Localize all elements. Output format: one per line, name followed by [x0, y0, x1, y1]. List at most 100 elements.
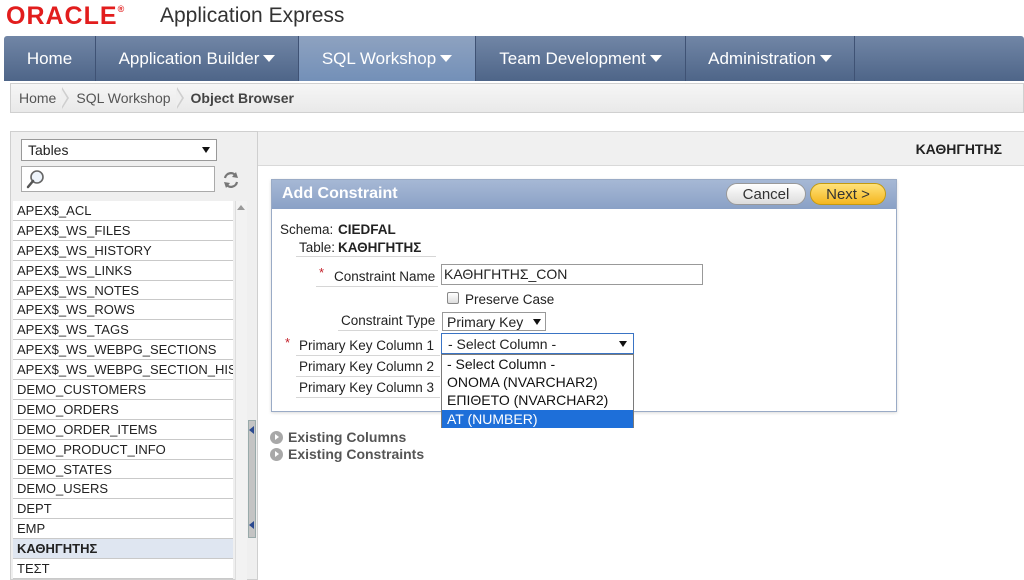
object-list-item[interactable]: DEPT [13, 499, 233, 520]
object-list-item[interactable]: DEMO_CUSTOMERS [13, 380, 233, 400]
pk-column-dropdown: - Select Column - ONOMA (NVARCHAR2) ΕΠΙΘ… [441, 354, 634, 428]
collapse-left-icon[interactable] [249, 521, 254, 529]
refresh-icon[interactable] [221, 170, 241, 190]
object-list-item[interactable]: DEMO_STATES [13, 459, 233, 480]
chevron-down-icon [533, 318, 541, 325]
object-titlebar: ΚΑΘΗΓΗΤΗΣ [258, 131, 1024, 166]
oracle-logo[interactable]: ORACLE® [6, 2, 125, 31]
preserve-case-label[interactable]: Preserve Case [465, 292, 554, 307]
table-value: ΚΑΘΗΓΗΤΗΣ [338, 240, 422, 255]
tab-sql-workshop[interactable]: SQL Workshop [299, 36, 476, 81]
constraint-name-label: Constraint Name [334, 269, 436, 284]
chevron-down-icon [202, 147, 210, 153]
breadcrumb: Home SQL Workshop Object Browser [10, 83, 1024, 113]
object-list-item[interactable]: APEX$_ACL [13, 201, 233, 221]
tab-team-development[interactable]: Team Development [476, 36, 686, 81]
existing-constraints-toggle[interactable]: Existing Constraints [270, 446, 424, 462]
expand-arrow-icon [270, 430, 283, 444]
tab-label: Team Development [499, 48, 646, 68]
object-type-value: Tables [28, 142, 69, 158]
logo-text: ORACLE [6, 2, 118, 30]
divider [296, 397, 440, 398]
constraint-type-label: Constraint Type [341, 313, 436, 328]
dialog-header: Add Constraint Cancel Next > [272, 180, 896, 209]
main-nav: Home Application Builder SQL Workshop Te… [4, 36, 1024, 81]
object-title: ΚΑΘΗΓΗΤΗΣ [915, 141, 1002, 157]
expand-arrow-icon [270, 447, 283, 461]
dropdown-option[interactable]: ONOMA (NVARCHAR2) [442, 373, 633, 391]
existing-columns-label: Existing Columns [288, 429, 407, 445]
object-list-item[interactable]: APEX$_WS_HISTORY [13, 240, 233, 261]
constraint-type-value: Primary Key [447, 313, 524, 330]
object-list-item[interactable]: DEMO_ORDER_ITEMS [13, 419, 233, 440]
divider [316, 286, 438, 287]
breadcrumb-sql-workshop[interactable]: SQL Workshop [76, 90, 170, 106]
object-list-item[interactable]: APEX$_WS_NOTES [13, 280, 233, 301]
table-label: Table: [299, 240, 336, 255]
object-browser-sidebar: Tables APEX$_ACL APEX$_WS_FILES APEX$_WS_H… [10, 131, 258, 580]
divider [296, 355, 440, 356]
pk-column-1-label: Primary Key Column 1 [299, 338, 435, 353]
preserve-case-checkbox[interactable] [447, 292, 459, 304]
collapse-left-icon[interactable] [249, 426, 254, 434]
tab-label: SQL Workshop [321, 48, 437, 68]
constraint-type-select[interactable]: Primary Key [442, 312, 546, 331]
pk-column-1-value: - Select Column - [448, 335, 557, 352]
divider [338, 330, 438, 331]
required-icon: * [285, 335, 291, 350]
existing-columns-toggle[interactable]: Existing Columns [270, 429, 406, 445]
object-list-item[interactable]: APEX$_WS_LINKS [13, 260, 233, 281]
schema-value: CIEDFAL [338, 222, 396, 237]
tab-application-builder[interactable]: Application Builder [96, 36, 299, 81]
existing-constraints-label: Existing Constraints [288, 446, 425, 462]
chevron-down-icon [263, 55, 276, 62]
dropdown-option[interactable]: ΕΠΙΘΕΤΟ (NVARCHAR2) [442, 391, 633, 409]
object-list-item[interactable]: ΚΑΘΗΓΗΤΗΣ [13, 539, 233, 560]
required-icon: * [319, 265, 325, 280]
dropdown-option[interactable]: - Select Column - [442, 355, 633, 373]
pk-column-2-label: Primary Key Column 2 [299, 359, 435, 374]
search-input[interactable] [21, 166, 215, 192]
object-list-scrollbar[interactable] [235, 201, 247, 580]
object-list: APEX$_ACL APEX$_WS_FILES APEX$_WS_HISTORY A… [13, 201, 233, 580]
divider [296, 376, 440, 377]
tab-administration[interactable]: Administration [686, 36, 855, 81]
tab-label: Home [26, 48, 73, 68]
registered-mark: ® [117, 4, 126, 14]
breadcrumb-separator-icon [61, 87, 70, 109]
object-list-item[interactable]: APEX$_WS_WEBPG_SECTIONS [13, 340, 233, 361]
object-list-item[interactable]: APEX$_WS_TAGS [13, 320, 233, 341]
breadcrumb-separator-icon [175, 87, 185, 109]
pk-column-3-label: Primary Key Column 3 [299, 380, 435, 395]
object-list-item[interactable]: APEX$_WS_ROWS [13, 300, 233, 321]
pk-column-1-select[interactable]: - Select Column - [441, 333, 634, 354]
object-type-select[interactable]: Tables [21, 139, 217, 161]
scroll-up-icon[interactable] [237, 205, 245, 210]
object-list-item[interactable]: DEMO_ORDERS [13, 399, 233, 420]
schema-label: Schema: [280, 222, 334, 237]
chevron-down-icon [440, 55, 453, 62]
breadcrumb-home[interactable]: Home [19, 90, 56, 106]
constraint-name-field[interactable]: ΚΑΘΗΓΗΤΗΣ_CON [441, 264, 703, 285]
next-button[interactable]: Next > [810, 183, 886, 205]
breadcrumb-current: Object Browser [190, 90, 294, 106]
tab-label: Administration [708, 48, 816, 68]
dialog-title: Add Constraint [282, 185, 398, 202]
product-name: Application Express [160, 4, 345, 27]
object-list-item[interactable]: DEMO_PRODUCT_INFO [13, 439, 233, 460]
chevron-down-icon [819, 55, 832, 62]
dropdown-option-highlighted[interactable]: AT (NUMBER) [442, 409, 633, 428]
object-list-item[interactable]: DEMO_USERS [13, 479, 233, 500]
cancel-button[interactable]: Cancel [726, 183, 806, 205]
tab-label: Application Builder [118, 48, 260, 68]
app-header: ORACLE® Application Express [0, 0, 1024, 36]
chevron-down-icon [619, 340, 627, 347]
object-list-item[interactable]: EMP [13, 519, 233, 540]
chevron-down-icon [649, 55, 662, 62]
object-list-item[interactable]: APEX$_WS_WEBPG_SECTION_HIS [13, 360, 233, 381]
search-icon [26, 170, 44, 189]
divider [296, 256, 436, 257]
tab-home[interactable]: Home [4, 36, 96, 81]
object-list-item[interactable]: APEX$_WS_FILES [13, 220, 233, 241]
object-list-item[interactable]: ΤΕΣΤ [13, 559, 233, 579]
